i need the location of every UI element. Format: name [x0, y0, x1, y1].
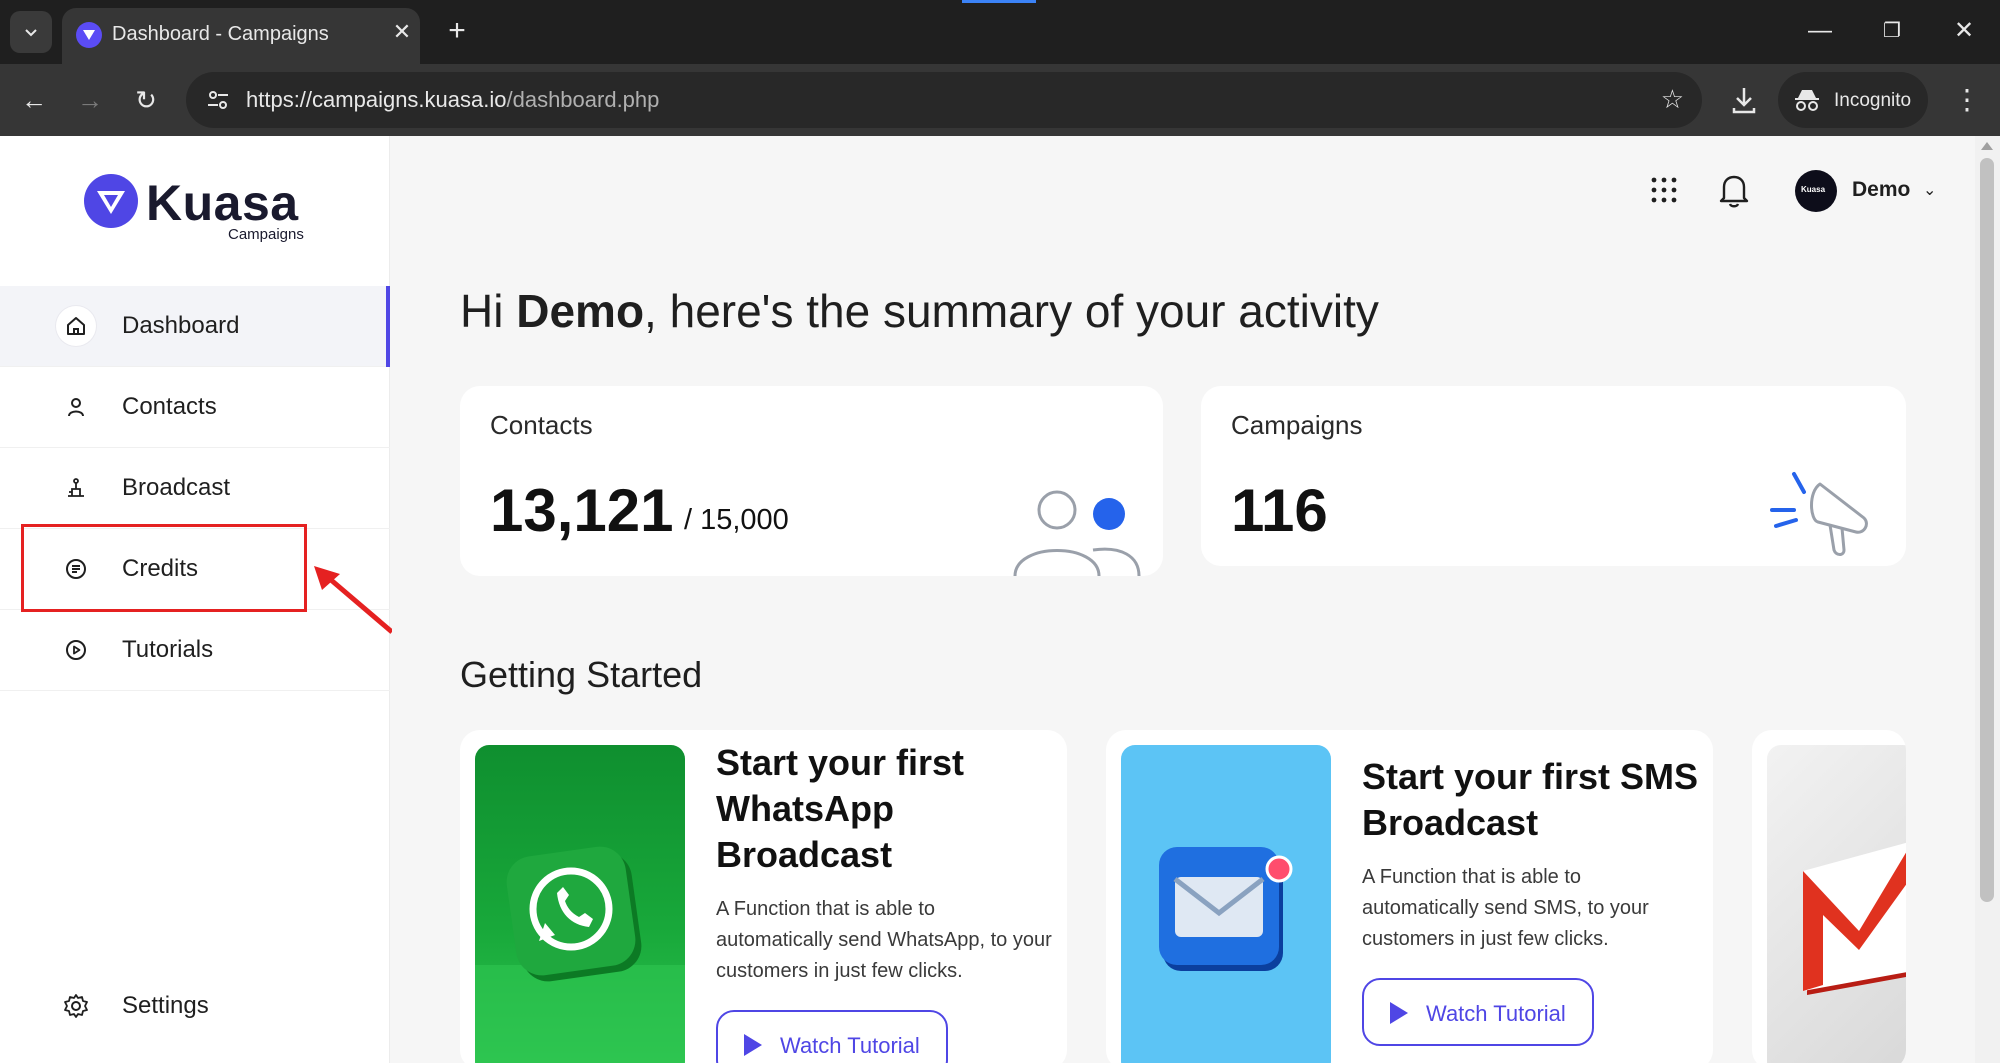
home-icon	[56, 306, 96, 346]
contacts-stat-value: 13,121	[490, 477, 674, 544]
greeting-prefix: Hi	[460, 285, 517, 337]
logo-name: Kuasa	[146, 175, 299, 231]
play-circle-icon	[56, 630, 96, 670]
notification-bell-icon[interactable]	[1718, 172, 1750, 208]
sidebar-item-label: Tutorials	[122, 636, 214, 663]
contacts-stat-card[interactable]: Contacts 13,121 / 15,000	[460, 386, 1163, 576]
minimize-button[interactable]: —	[1800, 14, 1840, 48]
gear-icon	[56, 986, 96, 1026]
megaphone-icon	[1770, 472, 1868, 556]
broadcast-icon	[56, 468, 96, 508]
scroll-up-arrow-icon[interactable]	[1981, 142, 1993, 150]
user-name[interactable]: Demo	[1852, 178, 1910, 202]
campaigns-stat-value: 116	[1231, 477, 1328, 544]
kuasa-favicon-icon	[76, 22, 102, 48]
tab-close-icon[interactable]: ✕	[388, 18, 416, 46]
scrollbar-thumb[interactable]	[1980, 158, 1994, 902]
whatsapp-card-image	[475, 745, 685, 1063]
restore-button[interactable]: ❐	[1872, 14, 1912, 48]
contacts-stat-title: Contacts	[490, 410, 593, 440]
url-host: https://campaigns.kuasa.io	[246, 87, 507, 112]
sms-card-heading: Start your first SMS Broadcast	[1362, 756, 1699, 843]
watch-tutorial-label: Watch Tutorial	[1426, 1001, 1566, 1026]
whatsapp-getting-started-card: Start your first WhatsApp Broadcast A Fu…	[460, 730, 1067, 1063]
forward-button[interactable]: →	[72, 82, 108, 118]
getting-started-title: Getting Started	[460, 654, 703, 695]
gmail-icon	[1803, 842, 1906, 995]
sms-getting-started-card: Start your first SMS Broadcast A Functio…	[1106, 730, 1713, 1063]
incognito-badge[interactable]: Incognito	[1778, 72, 1928, 128]
download-icon[interactable]	[1726, 82, 1762, 118]
annotation-arrow-icon	[314, 566, 392, 634]
incognito-label: Incognito	[1834, 90, 1912, 111]
apps-grid-icon[interactable]	[1650, 176, 1678, 204]
browser-toolbar: ← → ↻ https://campaigns.kuasa.io/dashboa…	[0, 64, 2000, 136]
avatar[interactable]: Kuasa	[1795, 170, 1837, 212]
contacts-illustration-icon	[1013, 490, 1141, 576]
browser-tabstrip: Dashboard - Campaigns ✕ + — ❐ ✕	[0, 0, 2000, 64]
bookmark-star-icon[interactable]: ☆	[1661, 84, 1684, 115]
logo-subtitle: Campaigns	[228, 226, 304, 243]
email-getting-started-card	[1752, 730, 1906, 1063]
site-settings-icon[interactable]	[204, 86, 232, 114]
page-scrollbar[interactable]	[1975, 136, 2000, 1063]
address-bar[interactable]: https://campaigns.kuasa.io/dashboard.php…	[186, 72, 1702, 128]
sidebar-item-contacts[interactable]: Contacts	[0, 367, 390, 448]
sidebar-item-dashboard[interactable]: Dashboard	[0, 286, 390, 367]
credits-highlight-box	[21, 524, 307, 612]
reload-button[interactable]: ↻	[128, 82, 164, 118]
whatsapp-watch-tutorial-button[interactable]: Watch Tutorial	[716, 1010, 948, 1063]
envelope-icon	[1159, 847, 1293, 971]
whatsapp-card-heading: Start your first WhatsApp Broadcast	[716, 742, 965, 875]
contacts-stat-total: / 15,000	[684, 504, 789, 536]
whatsapp-card-description: A Function that is able to automatically…	[716, 898, 1052, 982]
url-path: /dashboard.php	[506, 87, 660, 112]
browser-tab-active[interactable]: Dashboard - Campaigns ✕	[62, 8, 420, 64]
kuasa-logo[interactable]: Kuasa Campaigns	[84, 174, 314, 244]
tab-drag-indicator	[962, 0, 1036, 3]
greeting-name: Demo	[516, 285, 645, 337]
greeting-suffix: , here's the summary of your activity	[644, 285, 1379, 337]
page-title: Hi Demo, here's the summary of your acti…	[460, 284, 1379, 338]
watch-tutorial-label: Watch Tutorial	[780, 1033, 920, 1058]
sms-watch-tutorial-button[interactable]: Watch Tutorial	[1362, 978, 1594, 1046]
sms-card-description: A Function that is able to automatically…	[1362, 866, 1649, 950]
campaigns-stat-card[interactable]: Campaigns 116	[1201, 386, 1906, 566]
kuasa-logo-icon	[84, 174, 138, 228]
user-icon	[56, 387, 96, 427]
sidebar-item-settings[interactable]: Settings	[0, 976, 390, 1036]
campaigns-stat-title: Campaigns	[1231, 410, 1363, 440]
tab-search-button[interactable]	[10, 11, 52, 53]
window-close-button[interactable]: ✕	[1944, 14, 1984, 48]
page-viewport: Kuasa Campaigns Dashboard Contacts Broad…	[0, 136, 2000, 1063]
sidebar-item-label: Dashboard	[122, 312, 240, 339]
sidebar-item-label: Broadcast	[122, 474, 231, 501]
sidebar-item-label: Contacts	[122, 393, 217, 420]
sidebar-item-broadcast[interactable]: Broadcast	[0, 448, 390, 529]
play-icon	[1390, 1002, 1408, 1024]
sms-card-image	[1121, 745, 1331, 1063]
tab-title: Dashboard - Campaigns	[112, 23, 329, 45]
chevron-down-icon	[25, 29, 37, 37]
back-button[interactable]: ←	[16, 82, 52, 118]
sidebar-item-label: Settings	[122, 992, 209, 1019]
avatar-text: Kuasa	[1801, 185, 1826, 194]
url-text[interactable]: https://campaigns.kuasa.io/dashboard.php	[246, 87, 659, 113]
whatsapp-icon	[475, 846, 685, 1063]
incognito-icon	[1795, 90, 1819, 111]
chevron-down-icon[interactable]: ⌄	[1923, 180, 1936, 200]
email-card-image	[1767, 745, 1906, 1063]
new-tab-button[interactable]: +	[440, 14, 474, 48]
browser-menu-icon[interactable]: ⋮	[1952, 82, 1982, 118]
play-icon	[744, 1034, 762, 1056]
